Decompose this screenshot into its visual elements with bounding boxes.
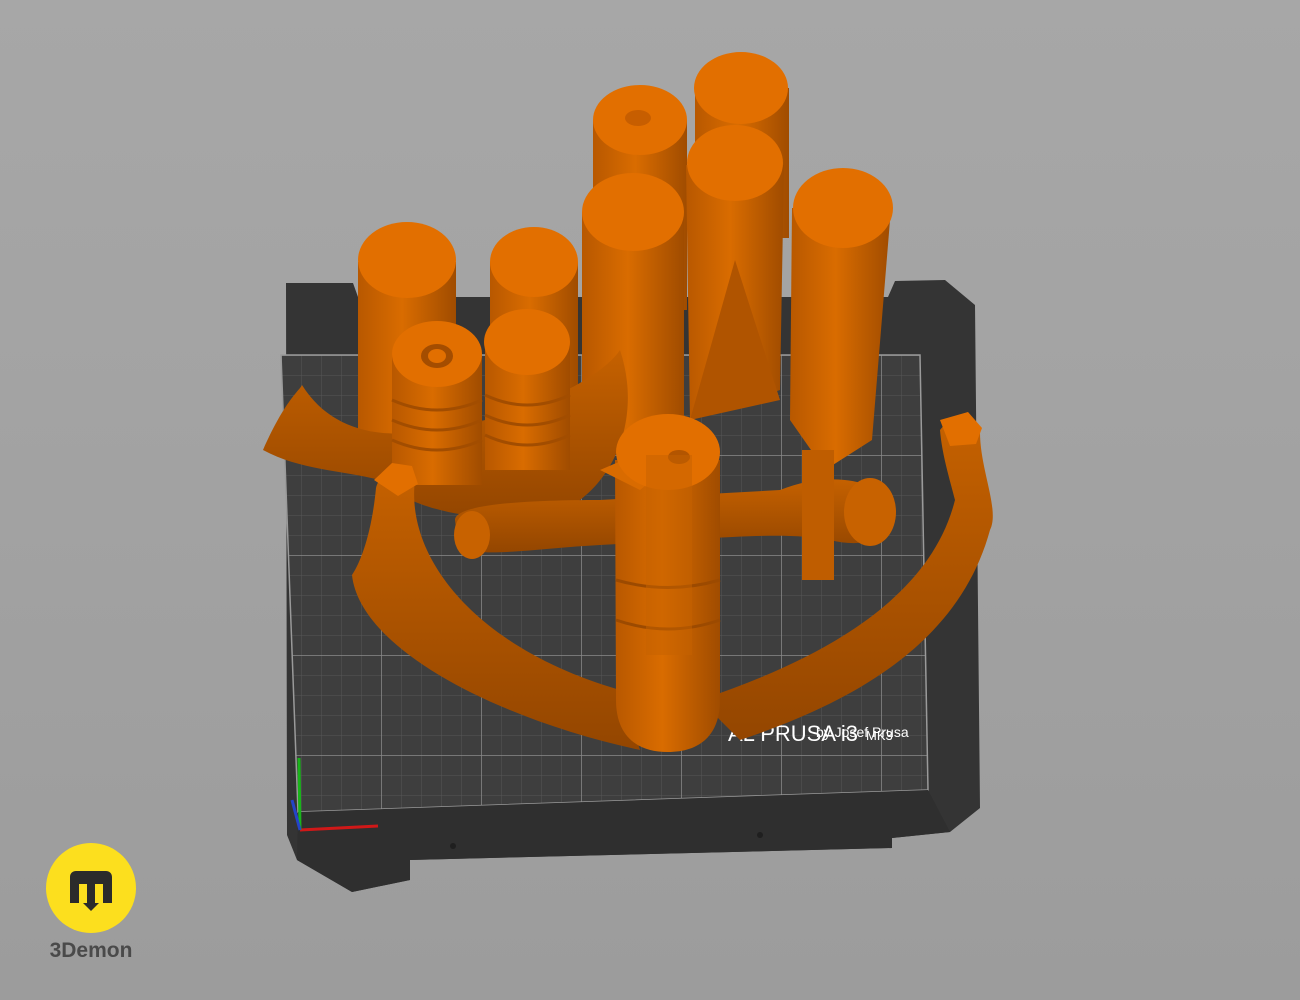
anchor-shank[interactable] (600, 414, 721, 752)
ring-stack-right[interactable] (484, 309, 571, 470)
column-mid-right[interactable] (686, 125, 784, 420)
ring-stack-left[interactable] (391, 321, 483, 485)
3d-viewport[interactable]: AL PRUSA i3 MK3 by Josef Prusa (0, 0, 1300, 1000)
y-axis (297, 757, 302, 831)
slim-post[interactable] (802, 450, 834, 580)
bed-maker-text: by Josef Prusa (816, 724, 909, 740)
watermark-brand-text: 3Demon (49, 939, 133, 962)
watermark-logo: 3Demon (44, 843, 138, 968)
3demon-logo-icon (46, 843, 136, 933)
